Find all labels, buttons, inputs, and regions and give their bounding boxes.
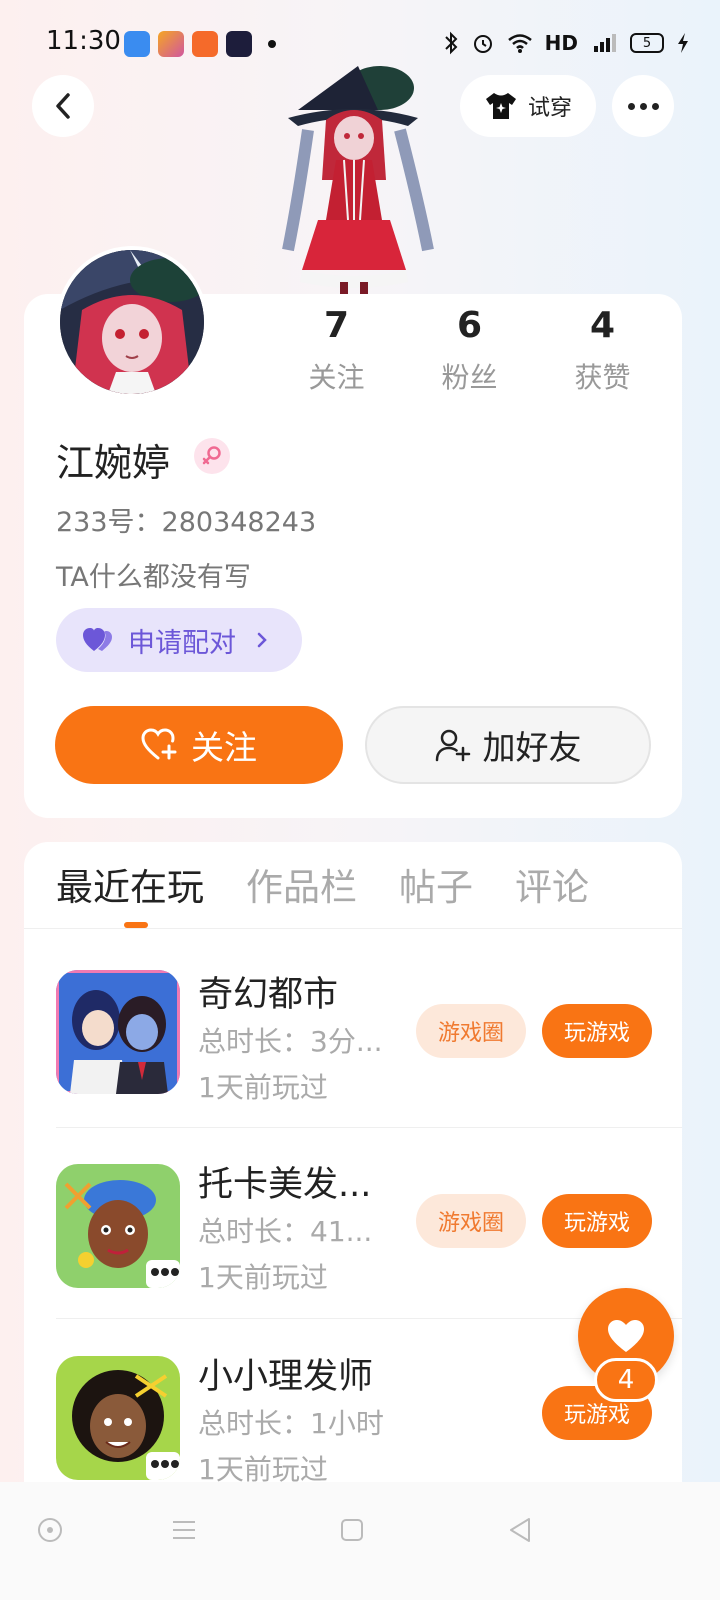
tab-works[interactable]: 作品栏 [246,860,357,916]
profile-stats: 7 关注 6 粉丝 4 获赞 [270,302,670,402]
add-user-icon [435,729,470,762]
stat-followers[interactable]: 6 粉丝 [403,302,536,402]
follow-label: 关注 [191,728,257,767]
stat-value: 4 [589,305,616,346]
double-heart-icon [83,628,112,651]
app-notification-icon [226,31,252,57]
signal-icon [594,34,616,52]
network-type-label: HD [544,31,578,55]
game-circle-button[interactable]: 游戏圈 [416,1194,526,1248]
game-duration: 总时长：3分... [198,1025,383,1058]
app-notification-icon [124,31,150,57]
like-count-badge: 4 [594,1358,658,1402]
stat-likes[interactable]: 4 获赞 [536,302,669,402]
username: 江婉婷 [56,441,171,485]
game-row[interactable]: 奇幻都市 总时长：3分... 1天前玩过 游戏圈 玩游戏 [24,938,682,1128]
battery-icon: 5 [630,33,664,53]
female-gender-icon [194,438,230,474]
charging-icon [678,33,688,53]
game-last-played: 1天前玩过 [198,1071,328,1104]
more-dot-icon [651,102,659,110]
stat-following[interactable]: 7 关注 [270,302,403,402]
chevron-left-icon [56,93,70,119]
stat-value: 6 [456,305,483,346]
avatar[interactable] [56,246,208,398]
more-notifications-dot [268,40,276,48]
game-icon[interactable] [56,1356,180,1480]
request-match-label: 申请配对 [128,627,236,659]
game-title: 小小理发师 [198,1357,374,1397]
status-time: 11:30 [46,26,121,56]
assistant-nav-button[interactable] [30,1510,70,1550]
try-on-button[interactable]: 试穿 [460,75,596,137]
heart-plus-icon [141,728,177,760]
tab-comments[interactable]: 评论 [515,860,589,916]
stat-label: 关注 [308,361,365,394]
menu-icon [173,1521,195,1539]
tab-recently-played[interactable]: 最近在玩 [56,860,204,916]
menu-nav-button[interactable] [164,1510,204,1550]
app-notification-icon [192,31,218,57]
follow-button[interactable]: 关注 [55,706,343,784]
game-duration: 总时长：1小时 [198,1407,384,1440]
game-icon[interactable] [56,970,180,1094]
game-title: 托卡美发... [198,1165,372,1205]
play-game-button[interactable]: 玩游戏 [542,1194,652,1248]
game-circle-button[interactable]: 游戏圈 [416,1004,526,1058]
request-match-button[interactable]: 申请配对 [56,608,302,672]
square-icon [341,1519,363,1541]
heart-icon [608,1320,644,1352]
user-id: 233号：280348243 [56,507,317,538]
play-game-button[interactable]: 玩游戏 [542,1004,652,1058]
try-on-label: 试穿 [527,96,572,121]
stat-label: 粉丝 [441,361,498,394]
add-friend-button[interactable]: 加好友 [365,706,651,784]
avatar-character-figure [268,60,440,300]
more-dot-icon [639,102,647,110]
status-icons: HD 5 [443,28,690,58]
wifi-icon [507,34,532,53]
user-bio: TA什么都没有写 [56,562,251,593]
app-notification-icon [158,31,184,57]
more-options-button[interactable] [612,75,674,137]
stat-value: 7 [323,305,350,346]
game-duration: 总时长：41... [198,1215,373,1248]
tab-divider [24,928,682,929]
alarm-icon [473,35,492,53]
stat-label: 获赞 [574,361,631,394]
system-nav-bar [0,1482,720,1600]
bluetooth-icon [444,31,458,55]
add-friend-label: 加好友 [482,728,582,767]
chevron-right-icon [257,632,267,648]
home-nav-button[interactable] [332,1510,372,1550]
tshirt-icon [485,93,516,119]
game-title: 奇幻都市 [198,975,339,1015]
tab-posts[interactable]: 帖子 [399,860,473,916]
back-button[interactable] [32,75,94,137]
triangle-back-icon [510,1518,530,1542]
back-nav-button[interactable] [500,1510,540,1550]
profile-tabs: 最近在玩 作品栏 帖子 评论 [56,860,589,916]
circle-dot-icon [38,1518,62,1542]
game-row[interactable]: 托卡美发... 总时长：41... 1天前玩过 游戏圈 玩游戏 [24,1128,682,1318]
more-dot-icon [627,102,635,110]
game-icon[interactable] [56,1164,180,1288]
game-last-played: 1天前玩过 [198,1261,328,1294]
